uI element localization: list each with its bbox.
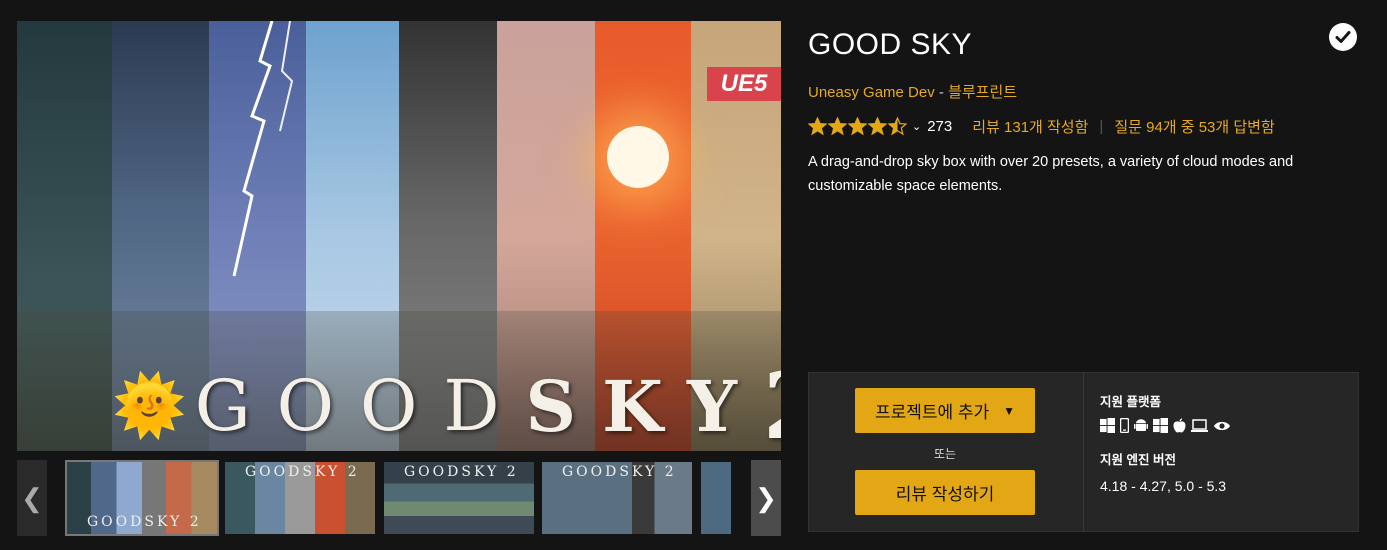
- rating-row: ⌄ 273 리뷰 131개 작성함 | 질문 94개 중 53개 답변함: [808, 114, 1275, 138]
- desktop-icon: [1191, 418, 1208, 433]
- author-link[interactable]: Uneasy Game Dev: [808, 84, 935, 101]
- category-link[interactable]: 블루프린트: [948, 84, 1017, 101]
- logo-text-sky: SKY: [525, 364, 764, 448]
- logo-text-good: GOOD: [194, 365, 526, 447]
- hero-logo: 🌞 GOOD SKY 2: [112, 352, 781, 451]
- panel-divider: [1083, 373, 1084, 531]
- hero-image[interactable]: UE5 🌞 GOOD SKY 2: [17, 21, 781, 451]
- android-icon: [1134, 418, 1148, 433]
- engine-versions-value: 4.18 - 4.27, 5.0 - 5.3: [1100, 478, 1227, 494]
- windows-icon: [1153, 418, 1168, 433]
- apple-icon: [1173, 418, 1186, 433]
- star-icon: [848, 116, 867, 135]
- vr-icon: [1213, 420, 1231, 432]
- star-icon: [888, 116, 907, 135]
- or-text: 또는: [933, 447, 957, 461]
- logo-number: 2: [763, 352, 781, 451]
- thumbnail-5[interactable]: [701, 462, 731, 534]
- ue5-badge: UE5: [707, 67, 781, 101]
- star-icon: [868, 116, 887, 135]
- sun-emoji-icon: 🌞: [112, 372, 187, 439]
- thumbnail-2[interactable]: GOODSKY 2: [225, 462, 375, 534]
- carousel-prev-button[interactable]: ❮: [17, 460, 47, 536]
- thumbnail-logo: GOODSKY 2: [404, 464, 519, 480]
- questions-link[interactable]: 질문 94개 중 53개 답변함: [1114, 116, 1274, 137]
- product-description: A drag-and-drop sky box with over 20 pre…: [808, 154, 1294, 194]
- engine-versions-heading: 지원 엔진 버전: [1100, 453, 1176, 467]
- thumbnail-logo: GOODSKY 2: [245, 464, 360, 480]
- author-separator: -: [934, 84, 949, 101]
- mobile-icon: [1120, 418, 1129, 433]
- thumbnail-carousel: ❮ GOODSKY 2 GOODSKY 2 GOODSKY 2 GOODSKY …: [17, 460, 781, 536]
- windows-icon: [1100, 418, 1115, 433]
- chevron-left-icon: ❮: [21, 482, 43, 513]
- star-icon: [808, 116, 827, 135]
- add-to-project-label: 프로젝트에 추가: [874, 403, 990, 422]
- carousel-next-button[interactable]: ❯: [751, 460, 781, 536]
- reviews-link[interactable]: 리뷰 131개 작성함: [972, 116, 1088, 137]
- platforms-heading: 지원 플랫폼: [1100, 395, 1161, 409]
- owned-check-button[interactable]: [1329, 23, 1357, 51]
- product-title: GOOD SKY: [808, 28, 973, 61]
- chevron-right-icon: ❯: [755, 482, 777, 513]
- write-review-button[interactable]: 리뷰 작성하기: [855, 470, 1035, 515]
- thumbnail-logo: GOODSKY 2: [562, 464, 677, 480]
- thumbnail-1[interactable]: GOODSKY 2: [65, 460, 219, 536]
- chevron-down-icon[interactable]: ⌄: [912, 120, 921, 133]
- caret-down-icon: ▼: [1003, 403, 1016, 418]
- sun-glow: [607, 126, 669, 188]
- lightning-icon: [232, 21, 294, 277]
- star-rating[interactable]: [808, 116, 908, 136]
- thumbnail-4[interactable]: GOODSKY 2: [542, 462, 692, 534]
- rating-count: 273: [927, 117, 953, 135]
- star-icon: [828, 116, 847, 135]
- check-icon: [1335, 31, 1351, 43]
- add-to-project-button[interactable]: 프로젝트에 추가 ▼: [855, 388, 1035, 433]
- author-line: Uneasy Game Dev - 블루프린트: [808, 81, 1017, 102]
- thumbnail-3[interactable]: GOODSKY 2: [384, 462, 534, 534]
- divider: |: [1099, 117, 1104, 135]
- thumbnail-logo: GOODSKY 2: [87, 514, 202, 530]
- platform-icons: [1100, 418, 1231, 433]
- action-panel: 프로젝트에 추가 ▼ 또는 리뷰 작성하기 지원 플랫폼 지원 엔진 버전 4.…: [808, 372, 1359, 532]
